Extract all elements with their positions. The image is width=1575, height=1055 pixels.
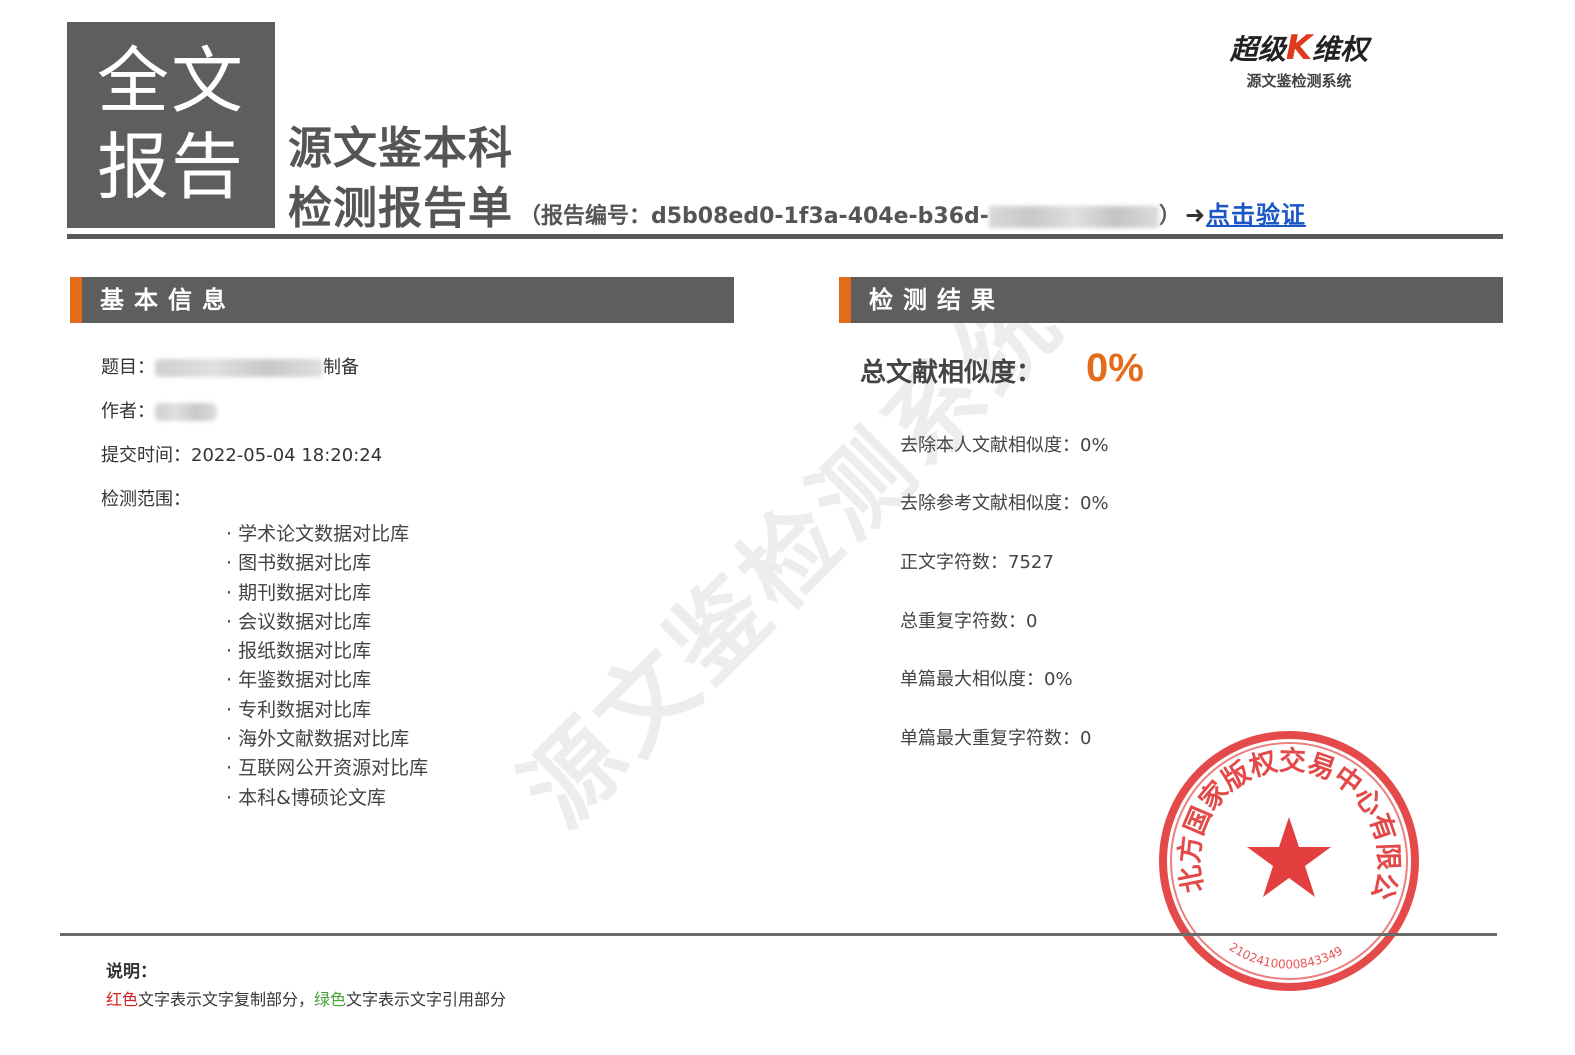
report-title-line2: 检测报告单 （报告编号：d5b08ed0-1f3a-404e-b36d- ） ➜点击验… [288,172,1306,236]
basic-info-header: 基本信息 [70,277,734,323]
info-author: 作者： [101,397,217,423]
list-item: 报纸数据对比库 [226,637,428,666]
verify-link[interactable]: 点击验证 [1206,201,1306,229]
report-type-badge: 全文 报告 [67,22,275,228]
badge-line2: 报告 [96,125,245,209]
basic-info-header-label: 基本信息 [100,286,236,314]
note-red-text: 文字表示文字复制部分， [138,990,315,1009]
stat-exclude-references: 去除参考文献相似度：0% [900,493,1109,514]
logo-text-left: 超级 [1229,33,1286,66]
scope-list: 学术论文数据对比库 图书数据对比库 期刊数据对比库 会议数据对比库 报纸数据对比… [226,520,428,813]
list-item: 年鉴数据对比库 [226,666,428,695]
list-item: 互联网公开资源对比库 [226,754,428,783]
list-item: 期刊数据对比库 [226,579,428,608]
stat-max-single-duplicate: 单篇最大重复字符数：0 [900,728,1092,749]
info-title-tail: 制备 [323,357,359,378]
logo-text-right: 维权 [1312,33,1369,66]
report-number-suffix: ） [1158,204,1181,229]
stat-char-count: 正文字符数：7527 [900,552,1054,573]
stat-duplicate-chars: 总重复字符数：0 [900,611,1038,632]
arrow-right-icon: ➜ [1184,201,1207,229]
brand-logo: 超级K维权 源文鉴检测系统 [1224,28,1374,91]
note-title: 说明： [106,962,157,982]
info-title: 题目： 制备 [101,353,359,379]
redacted-report-id [988,206,1159,228]
list-item: 本科&博硕论文库 [226,784,428,813]
info-title-label: 题目： [101,357,155,378]
logo-k-icon: K [1285,28,1313,68]
note-red-word: 红色 [106,990,139,1009]
total-similarity-label: 总文献相似度： [860,358,1043,388]
results-header: 检测结果 [839,277,1503,323]
report-number-prefix: （报告编号：d5b08ed0-1f3a-404e-b36d- [519,204,989,229]
badge-line1: 全文 [96,39,245,123]
report-number: （报告编号：d5b08ed0-1f3a-404e-b36d- ） [519,204,1181,229]
header-divider [67,234,1503,239]
info-submit-time: 提交时间：2022-05-04 18:20:24 [101,445,383,466]
results-header-label: 检测结果 [869,286,1005,314]
redacted-title [155,359,323,377]
seal-number: 2102410000843349 [1227,940,1346,972]
list-item: 学术论文数据对比库 [226,520,428,549]
official-seal-icon: 北方国家版权交易中心有限公司 2102410000843349 [1155,727,1419,991]
redacted-author [155,403,217,421]
info-scope-label: 检测范围： [101,489,191,510]
stat-exclude-self: 去除本人文献相似度：0% [900,435,1109,456]
list-item: 海外文献数据对比库 [226,725,428,754]
total-similarity-value: 0% [1086,346,1144,390]
footer-divider [60,933,1497,936]
note-text: 红色文字表示文字复制部分，绿色文字表示文字引用部分 [106,986,506,1010]
logo-subtitle: 源文鉴检测系统 [1246,72,1352,90]
info-author-label: 作者： [101,401,155,422]
note-green-word: 绿色 [314,990,347,1009]
list-item: 专利数据对比库 [226,696,428,725]
list-item: 会议数据对比库 [226,608,428,637]
stat-max-single-similarity: 单篇最大相似度：0% [900,669,1073,690]
report-title-line1: 源文鉴本科 [288,123,513,174]
logo-wordmark: 超级K维权 [1224,28,1374,68]
list-item: 图书数据对比库 [226,549,428,578]
report-title-text: 检测报告单 [288,183,513,234]
note-green-text: 文字表示文字引用部分 [346,990,507,1009]
